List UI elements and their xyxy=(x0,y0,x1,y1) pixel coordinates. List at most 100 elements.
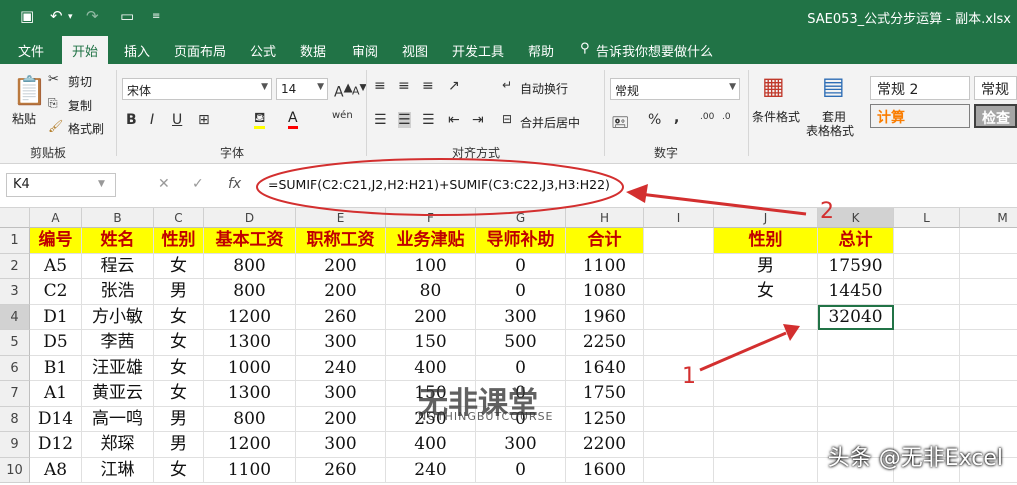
enter-icon[interactable]: ✓ xyxy=(192,176,204,192)
cell-e4[interactable]: 260 xyxy=(296,304,386,330)
cell-i7[interactable] xyxy=(644,381,714,407)
cell-b4[interactable]: 方小敏 xyxy=(82,304,154,330)
cell-l8[interactable] xyxy=(894,406,960,432)
increase-font-icon[interactable]: A▲ xyxy=(334,80,353,101)
cell-e2[interactable]: 200 xyxy=(296,253,386,279)
row-header-8[interactable]: 8 xyxy=(0,406,30,432)
style-normal[interactable]: 常规 xyxy=(974,76,1017,100)
cell-k7[interactable] xyxy=(818,381,894,407)
increase-decimal-icon[interactable]: .00 xyxy=(700,112,714,122)
cut-button[interactable]: 剪切 xyxy=(68,73,92,90)
name-box-dropdown-icon[interactable]: ▼ xyxy=(98,179,105,189)
format-as-table-line2[interactable]: 表格格式 xyxy=(806,122,854,139)
cell-c2[interactable]: 女 xyxy=(154,253,204,279)
cell-m7[interactable] xyxy=(960,381,1017,407)
open-icon[interactable]: ▭ xyxy=(120,7,134,25)
cell-a3[interactable]: C2 xyxy=(30,279,82,305)
cell-i3[interactable] xyxy=(644,279,714,305)
cell-i2[interactable] xyxy=(644,253,714,279)
cell-m8[interactable] xyxy=(960,407,1017,432)
cell-d7[interactable]: 1300 xyxy=(204,381,296,407)
cell-m1[interactable] xyxy=(960,228,1017,254)
row-header-1[interactable]: 1 xyxy=(0,228,30,254)
cell-i6[interactable] xyxy=(644,355,714,381)
cell-g3[interactable]: 0 xyxy=(476,279,566,305)
row-header-10[interactable]: 10 xyxy=(0,457,30,483)
cell-f1[interactable]: 业务津贴 xyxy=(386,228,476,254)
cell-d1[interactable]: 基本工资 xyxy=(204,228,296,254)
cell-d4[interactable]: 1200 xyxy=(204,304,296,330)
row-header-6[interactable]: 6 xyxy=(0,355,30,381)
cell-j10[interactable] xyxy=(714,457,818,483)
column-header-i[interactable]: I xyxy=(644,208,714,228)
cell-i8[interactable] xyxy=(644,406,714,432)
column-header-m[interactable]: M xyxy=(960,208,1017,228)
wrap-text-button[interactable]: 自动换行 xyxy=(520,80,568,97)
cell-f9[interactable]: 400 xyxy=(386,432,476,458)
cell-b9[interactable]: 郑琛 xyxy=(82,432,154,458)
cell-f10[interactable]: 240 xyxy=(386,457,476,483)
column-header-l[interactable]: L xyxy=(894,208,960,228)
cell-j2[interactable]: 男 xyxy=(714,253,818,279)
cell-a1[interactable]: 编号 xyxy=(30,228,82,254)
cell-a9[interactable]: D12 xyxy=(30,432,82,458)
tab-data[interactable]: 数据 xyxy=(300,41,326,60)
cell-d3[interactable]: 800 xyxy=(204,279,296,305)
percent-button[interactable]: % xyxy=(648,112,661,128)
decrease-font-icon[interactable]: A▼ xyxy=(352,82,367,98)
cell-h7[interactable]: 1750 xyxy=(566,381,644,407)
align-middle-icon[interactable]: ≡ xyxy=(398,78,410,94)
align-top-icon[interactable]: ≡ xyxy=(374,78,386,94)
cell-h9[interactable]: 2200 xyxy=(566,432,644,458)
cell-e5[interactable]: 300 xyxy=(296,330,386,356)
insert-function-icon[interactable]: fx xyxy=(228,176,241,192)
cell-a2[interactable]: A5 xyxy=(30,253,82,279)
style-calculation[interactable]: 计算 xyxy=(870,104,970,128)
row-header-4[interactable]: 4 xyxy=(0,304,30,330)
cell-m5[interactable] xyxy=(960,330,1017,356)
cell-e9[interactable]: 300 xyxy=(296,432,386,458)
cell-k4[interactable]: 32040 xyxy=(818,304,894,330)
conditional-format-icon[interactable]: ▦ xyxy=(762,72,785,100)
cell-g1[interactable]: 导师补助 xyxy=(476,228,566,254)
cell-c5[interactable]: 女 xyxy=(154,330,204,356)
font-name-select[interactable]: 宋体 ▼ xyxy=(122,78,272,100)
customize-toolbar-icon[interactable]: ≡ xyxy=(152,11,160,22)
cell-c7[interactable]: 女 xyxy=(154,381,204,407)
cell-l2[interactable] xyxy=(894,253,960,279)
tab-home[interactable]: 开始 xyxy=(62,36,109,64)
cut-icon[interactable]: ✂ xyxy=(48,72,59,87)
cell-c9[interactable]: 男 xyxy=(154,432,204,458)
save-icon[interactable]: ▣ xyxy=(20,7,34,25)
cell-j3[interactable]: 女 xyxy=(714,279,818,305)
redo-icon[interactable]: ↷ xyxy=(86,7,99,25)
cell-h5[interactable]: 2250 xyxy=(566,330,644,356)
tab-page-layout[interactable]: 页面布局 xyxy=(174,41,226,60)
cell-k6[interactable] xyxy=(818,355,894,381)
wrap-text-icon[interactable]: ↵ xyxy=(502,78,512,92)
column-header-a[interactable]: A xyxy=(30,208,82,228)
cell-d8[interactable]: 800 xyxy=(204,406,296,432)
cell-e6[interactable]: 240 xyxy=(296,355,386,381)
cell-c10[interactable]: 女 xyxy=(154,457,204,483)
cell-l7[interactable] xyxy=(894,381,960,407)
align-right-icon[interactable]: ☰ xyxy=(422,112,435,128)
cell-k1[interactable]: 总计 xyxy=(818,228,894,254)
cell-i1[interactable] xyxy=(644,228,714,254)
cell-b8[interactable]: 高一鸣 xyxy=(82,406,154,432)
copy-icon[interactable]: ⎘ xyxy=(48,96,58,111)
row-header-3[interactable]: 3 xyxy=(0,279,30,305)
undo-dropdown-icon[interactable]: ▾ xyxy=(68,12,73,22)
cell-e10[interactable]: 260 xyxy=(296,457,386,483)
column-header-g[interactable]: G xyxy=(476,208,566,228)
cell-a4[interactable]: D1 xyxy=(30,304,82,330)
tab-view[interactable]: 视图 xyxy=(402,41,428,60)
number-format-select[interactable]: 常规 ▼ xyxy=(610,78,740,100)
cell-h2[interactable]: 1100 xyxy=(566,253,644,279)
font-color-icon[interactable]: A xyxy=(288,110,298,129)
copy-button[interactable]: 复制 xyxy=(68,97,92,114)
cell-l6[interactable] xyxy=(894,355,960,381)
underline-button[interactable]: U xyxy=(172,112,182,128)
cell-c4[interactable]: 女 xyxy=(154,304,204,330)
column-header-b[interactable]: B xyxy=(82,208,154,228)
